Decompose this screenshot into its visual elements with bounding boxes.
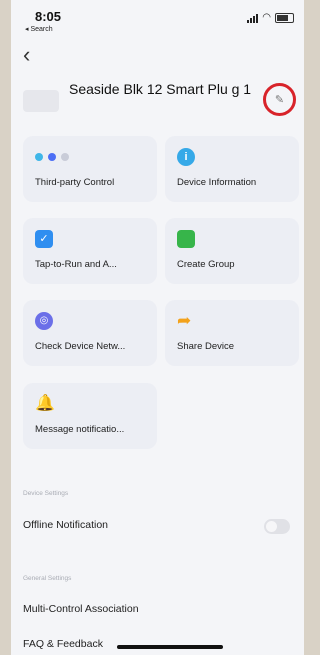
tile-label: Share Device (177, 341, 235, 352)
tile-message-notification[interactable]: 🔔 Message notificatio... (23, 383, 157, 449)
bell-icon: 🔔 (35, 395, 55, 412)
tile-share-device[interactable]: ➦ Share Device (165, 300, 299, 366)
device-thumbnail (23, 90, 59, 112)
network-icon: ◎ (35, 312, 53, 330)
row-label: FAQ & Feedback (23, 638, 103, 650)
tile-third-party-control[interactable]: Third-party Control (23, 136, 157, 202)
row-faq-feedback[interactable]: FAQ & Feedback (11, 630, 304, 655)
status-icons: ◠ (247, 13, 294, 23)
pencil-icon: ✎ (274, 94, 285, 106)
status-back-link[interactable]: ◂ Search (25, 25, 53, 33)
tile-label: Tap-to-Run and A... (35, 259, 117, 270)
tile-tap-to-run[interactable]: ✓ Tap-to-Run and A... (23, 218, 157, 284)
info-icon: i (177, 148, 195, 166)
third-party-icons (35, 148, 95, 166)
tap-to-run-icon: ✓ (35, 230, 53, 248)
signal-icon (247, 13, 259, 23)
share-icon: ➦ (177, 311, 192, 330)
tile-label: Device Information (177, 177, 257, 188)
section-label-general-settings: General Settings (23, 575, 72, 582)
back-chevron-icon[interactable]: ‹ (23, 44, 30, 66)
tile-label: Check Device Netw... (35, 341, 126, 352)
status-time: 8:05 (35, 9, 62, 24)
device-name-title: Seaside Blk 12 Smart Plu g 1 (69, 81, 252, 97)
edit-name-button[interactable]: ✎ (263, 83, 296, 116)
tile-check-network[interactable]: ◎ Check Device Netw... (23, 300, 157, 366)
home-indicator (117, 645, 223, 649)
wifi-icon: ◠ (262, 12, 271, 23)
tile-create-group[interactable]: Create Group (165, 218, 299, 284)
row-label: Multi-Control Association (23, 603, 139, 615)
tile-label: Message notificatio... (35, 424, 125, 435)
battery-icon (275, 13, 294, 23)
row-label: Offline Notification (23, 519, 109, 531)
offline-notification-toggle[interactable] (264, 519, 290, 534)
tile-label: Create Group (177, 259, 235, 270)
row-multi-control-association[interactable]: Multi-Control Association (11, 592, 304, 628)
section-label-device-settings: Device Settings (23, 490, 69, 497)
tile-label: Third-party Control (35, 177, 115, 188)
tile-device-information[interactable]: i Device Information (165, 136, 299, 202)
row-offline-notification[interactable]: Offline Notification (11, 508, 304, 544)
device-settings-screen: 8:05 ◂ Search ◠ ‹ Seaside Blk 12 Smart P… (11, 0, 304, 655)
group-icon (177, 230, 195, 248)
